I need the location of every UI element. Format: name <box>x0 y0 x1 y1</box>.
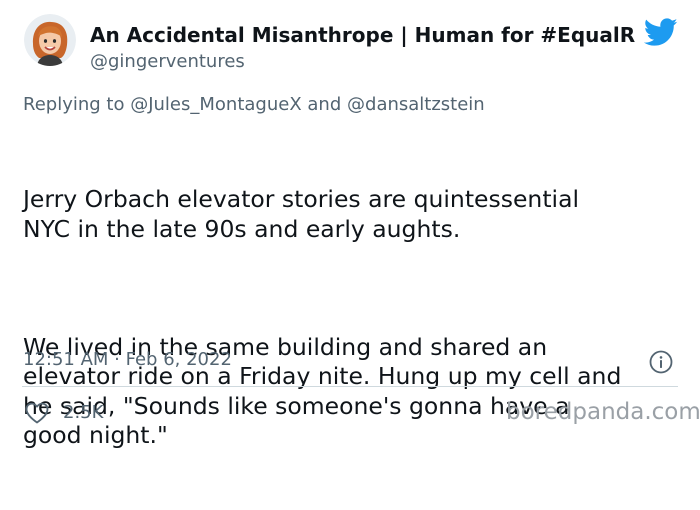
info-icon[interactable] <box>649 350 673 374</box>
heart-icon[interactable] <box>25 402 49 424</box>
mention-link[interactable]: @dansaltzstein <box>347 94 485 115</box>
avatar[interactable] <box>24 14 76 66</box>
divider <box>22 386 678 387</box>
watermark: boredpanda.com <box>506 399 700 425</box>
mention-link[interactable]: @Jules_MontagueX <box>130 94 301 115</box>
user-handle[interactable]: @gingerventures <box>90 51 245 72</box>
twitter-bird-icon[interactable] <box>643 18 678 48</box>
tweet-timestamp[interactable]: 12:51 AM · Feb 6, 2022 <box>23 349 232 370</box>
tweet-card: An Accidental Misanthrope | Human for #E… <box>0 0 700 449</box>
tweet-text: Jerry Orbach elevator stories are quinte… <box>23 126 683 510</box>
replying-to-line: Replying to @Jules_MontagueX and @dansal… <box>23 94 485 115</box>
replying-and: and <box>307 94 342 115</box>
replying-prefix: Replying to <box>23 94 125 115</box>
display-name[interactable]: An Accidental Misanthrope | Human for #E… <box>90 23 635 47</box>
like-count[interactable]: 2.5K <box>63 402 103 423</box>
tweet-paragraph: Jerry Orbach elevator stories are quinte… <box>23 185 580 243</box>
